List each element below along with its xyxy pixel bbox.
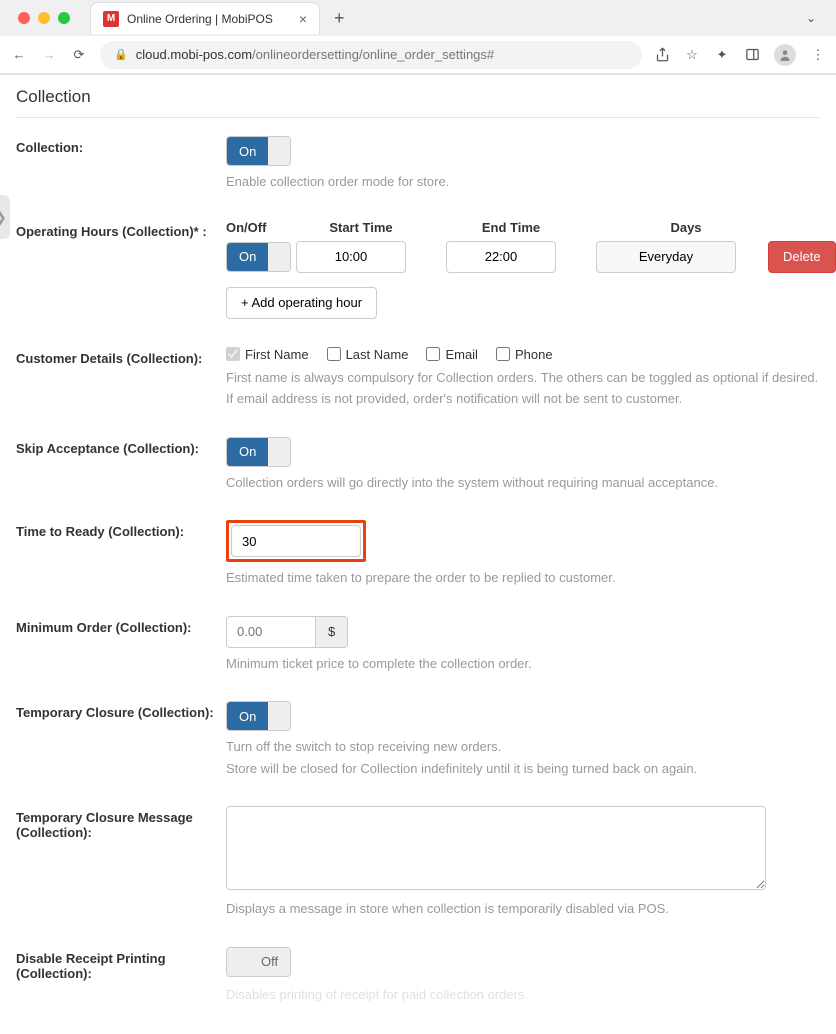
disable-receipt-toggle[interactable]: Off [226, 947, 291, 977]
end-time-input[interactable] [446, 241, 556, 273]
favicon-icon: M [103, 11, 119, 27]
window-controls [8, 12, 80, 24]
collection-help: Enable collection order mode for store. [226, 172, 820, 192]
collection-toggle[interactable]: On [226, 136, 291, 166]
skip-acceptance-toggle[interactable]: On [226, 437, 291, 467]
browser-tab[interactable]: M Online Ordering | MobiPOS × [90, 2, 320, 34]
skip-acceptance-label: Skip Acceptance (Collection): [16, 437, 226, 456]
minimize-window-icon[interactable] [38, 12, 50, 24]
currency-symbol: $ [316, 616, 348, 648]
minimum-order-input[interactable] [226, 616, 316, 648]
header-end: End Time [446, 220, 576, 235]
collection-label: Collection: [16, 136, 226, 155]
profile-avatar[interactable] [774, 44, 796, 66]
new-tab-button[interactable]: + [334, 8, 345, 29]
email-checkbox[interactable]: Email [426, 347, 478, 362]
time-to-ready-input[interactable] [231, 525, 361, 557]
add-operating-hour-button[interactable]: + Add operating hour [226, 287, 377, 319]
temp-closure-toggle[interactable]: On [226, 701, 291, 731]
customer-details-help1: First name is always compulsory for Coll… [226, 368, 820, 388]
header-start: Start Time [296, 220, 426, 235]
phone-checkbox[interactable]: Phone [496, 347, 553, 362]
tab-title: Online Ordering | MobiPOS [127, 12, 273, 26]
temp-closure-help2: Store will be closed for Collection inde… [226, 759, 820, 779]
minimum-order-label: Minimum Order (Collection): [16, 616, 226, 635]
panel-icon[interactable] [744, 47, 760, 63]
header-days: Days [616, 220, 756, 235]
customer-details-label: Customer Details (Collection): [16, 347, 226, 366]
browser-toolbar: ← → ⟳ 🔒 cloud.mobi-pos.com/onlineorderse… [0, 36, 836, 74]
delete-button[interactable]: Delete [768, 241, 836, 273]
temp-closure-msg-label: Temporary Closure Message (Collection): [16, 806, 226, 840]
url-text: cloud.mobi-pos.com/onlineordersetting/on… [136, 47, 494, 62]
toggle-state: On [227, 702, 268, 730]
start-time-input[interactable] [296, 241, 406, 273]
temp-closure-label: Temporary Closure (Collection): [16, 701, 226, 720]
close-window-icon[interactable] [18, 12, 30, 24]
minimum-order-help: Minimum ticket price to complete the col… [226, 654, 820, 674]
maximize-window-icon[interactable] [58, 12, 70, 24]
operating-hours-header: On/Off Start Time End Time Days [226, 220, 836, 235]
lock-icon: 🔒 [114, 48, 128, 61]
temp-closure-msg-help: Displays a message in store when collect… [226, 899, 820, 919]
menu-icon[interactable]: ⋮ [810, 47, 826, 63]
tab-strip: M Online Ordering | MobiPOS × + ⌄ [0, 0, 836, 36]
browser-chrome: M Online Ordering | MobiPOS × + ⌄ ← → ⟳ … [0, 0, 836, 75]
bookmark-icon[interactable]: ☆ [684, 47, 700, 63]
first-name-checkbox[interactable]: First Name [226, 347, 309, 362]
skip-acceptance-help: Collection orders will go directly into … [226, 473, 820, 493]
toggle-state: On [227, 137, 268, 165]
side-drawer-handle[interactable]: ❯ [0, 195, 10, 239]
header-onoff: On/Off [226, 220, 286, 235]
time-to-ready-highlight [226, 520, 366, 562]
time-to-ready-help: Estimated time taken to prepare the orde… [226, 568, 820, 588]
close-tab-icon[interactable]: × [299, 11, 307, 27]
customer-details-help2: If email address is not provided, order'… [226, 389, 820, 409]
operating-hours-label: Operating Hours (Collection)* : [16, 220, 226, 239]
days-select[interactable]: Everyday [596, 241, 736, 273]
share-icon[interactable] [654, 47, 670, 63]
address-bar[interactable]: 🔒 cloud.mobi-pos.com/onlineordersetting/… [100, 41, 642, 69]
checkbox-input [327, 347, 341, 361]
page-content: ❯ Collection Collection: On Enable colle… [0, 75, 836, 1034]
temp-closure-help1: Turn off the switch to stop receiving ne… [226, 737, 820, 757]
time-to-ready-label: Time to Ready (Collection): [16, 520, 226, 539]
last-name-checkbox[interactable]: Last Name [327, 347, 409, 362]
hours-row-toggle[interactable]: On [226, 242, 291, 272]
toggle-state: On [227, 243, 268, 271]
temp-closure-msg-textarea[interactable] [226, 806, 766, 890]
disable-receipt-label: Disable Receipt Printing (Collection): [16, 947, 226, 981]
checkbox-input [496, 347, 510, 361]
page-title: Collection [16, 83, 820, 118]
toggle-state: Off [249, 948, 290, 976]
disable-receipt-help: Disables printing of receipt for paid co… [226, 985, 820, 1005]
operating-hours-row: On Everyday Delete [226, 241, 836, 273]
checkbox-input [226, 347, 240, 361]
checkbox-input [426, 347, 440, 361]
back-button[interactable]: ← [10, 47, 28, 62]
toggle-state: On [227, 438, 268, 466]
forward-button[interactable]: → [40, 47, 58, 62]
extensions-icon[interactable]: ✦ [714, 47, 730, 63]
reload-button[interactable]: ⟳ [70, 47, 88, 63]
tabs-menu-icon[interactable]: ⌄ [806, 11, 816, 25]
